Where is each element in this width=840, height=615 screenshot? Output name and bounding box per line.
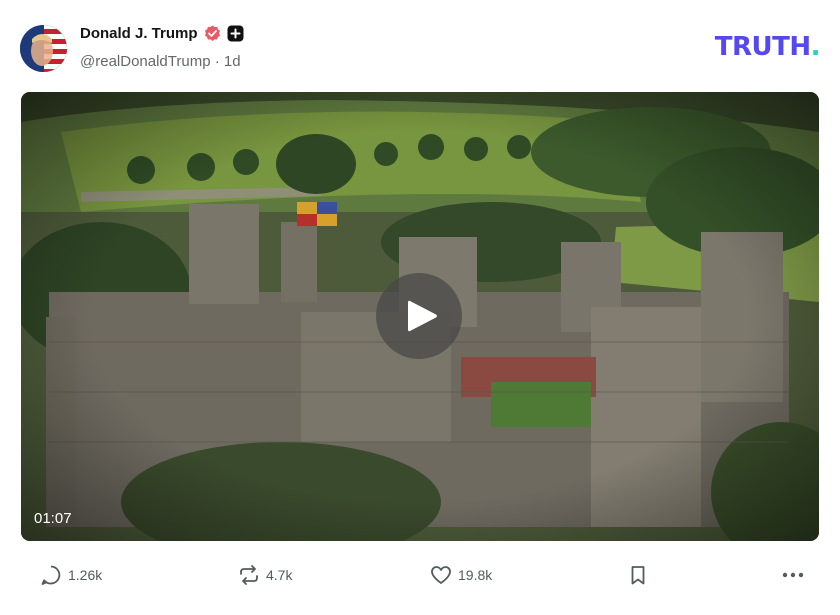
post-actions: 1.26k 4.7k 19.8k — [0, 560, 840, 594]
play-icon — [408, 300, 437, 332]
post-header: Donald J. Trump @realDonaldTrump · 1d TR… — [0, 0, 840, 92]
retruth-button[interactable]: 4.7k — [238, 560, 292, 590]
logo-text: TRUTH — [714, 32, 811, 62]
truth-logo[interactable]: TRUTH. — [714, 32, 821, 62]
comment-icon — [41, 565, 61, 585]
post-age[interactable]: 1d — [224, 53, 241, 70]
bookmark-icon — [631, 566, 645, 585]
author-name[interactable]: Donald J. Trump — [80, 25, 244, 42]
play-button[interactable] — [376, 273, 462, 359]
like-count: 19.8k — [458, 567, 493, 583]
verified-badge-icon — [204, 25, 221, 42]
more-icon — [782, 572, 804, 578]
heart-icon — [431, 566, 451, 584]
reply-button[interactable]: 1.26k — [40, 560, 102, 590]
repost-icon — [240, 565, 258, 585]
author-display-name[interactable]: Donald J. Trump — [80, 25, 198, 42]
avatar[interactable] — [20, 25, 67, 72]
bookmark-button[interactable] — [627, 560, 649, 590]
plus-badge-icon — [227, 25, 244, 42]
more-button[interactable] — [781, 560, 805, 590]
video-player[interactable]: 01:07 — [21, 92, 819, 541]
reply-count: 1.26k — [68, 567, 103, 583]
author-handle[interactable]: @realDonaldTrump — [80, 53, 211, 70]
logo-dot: . — [810, 32, 821, 62]
meta-separator: · — [214, 53, 220, 70]
author-meta: @realDonaldTrump · 1d — [80, 53, 241, 70]
retruth-count: 4.7k — [266, 567, 293, 583]
video-duration: 01:07 — [34, 510, 72, 527]
like-button[interactable]: 19.8k — [430, 560, 492, 590]
